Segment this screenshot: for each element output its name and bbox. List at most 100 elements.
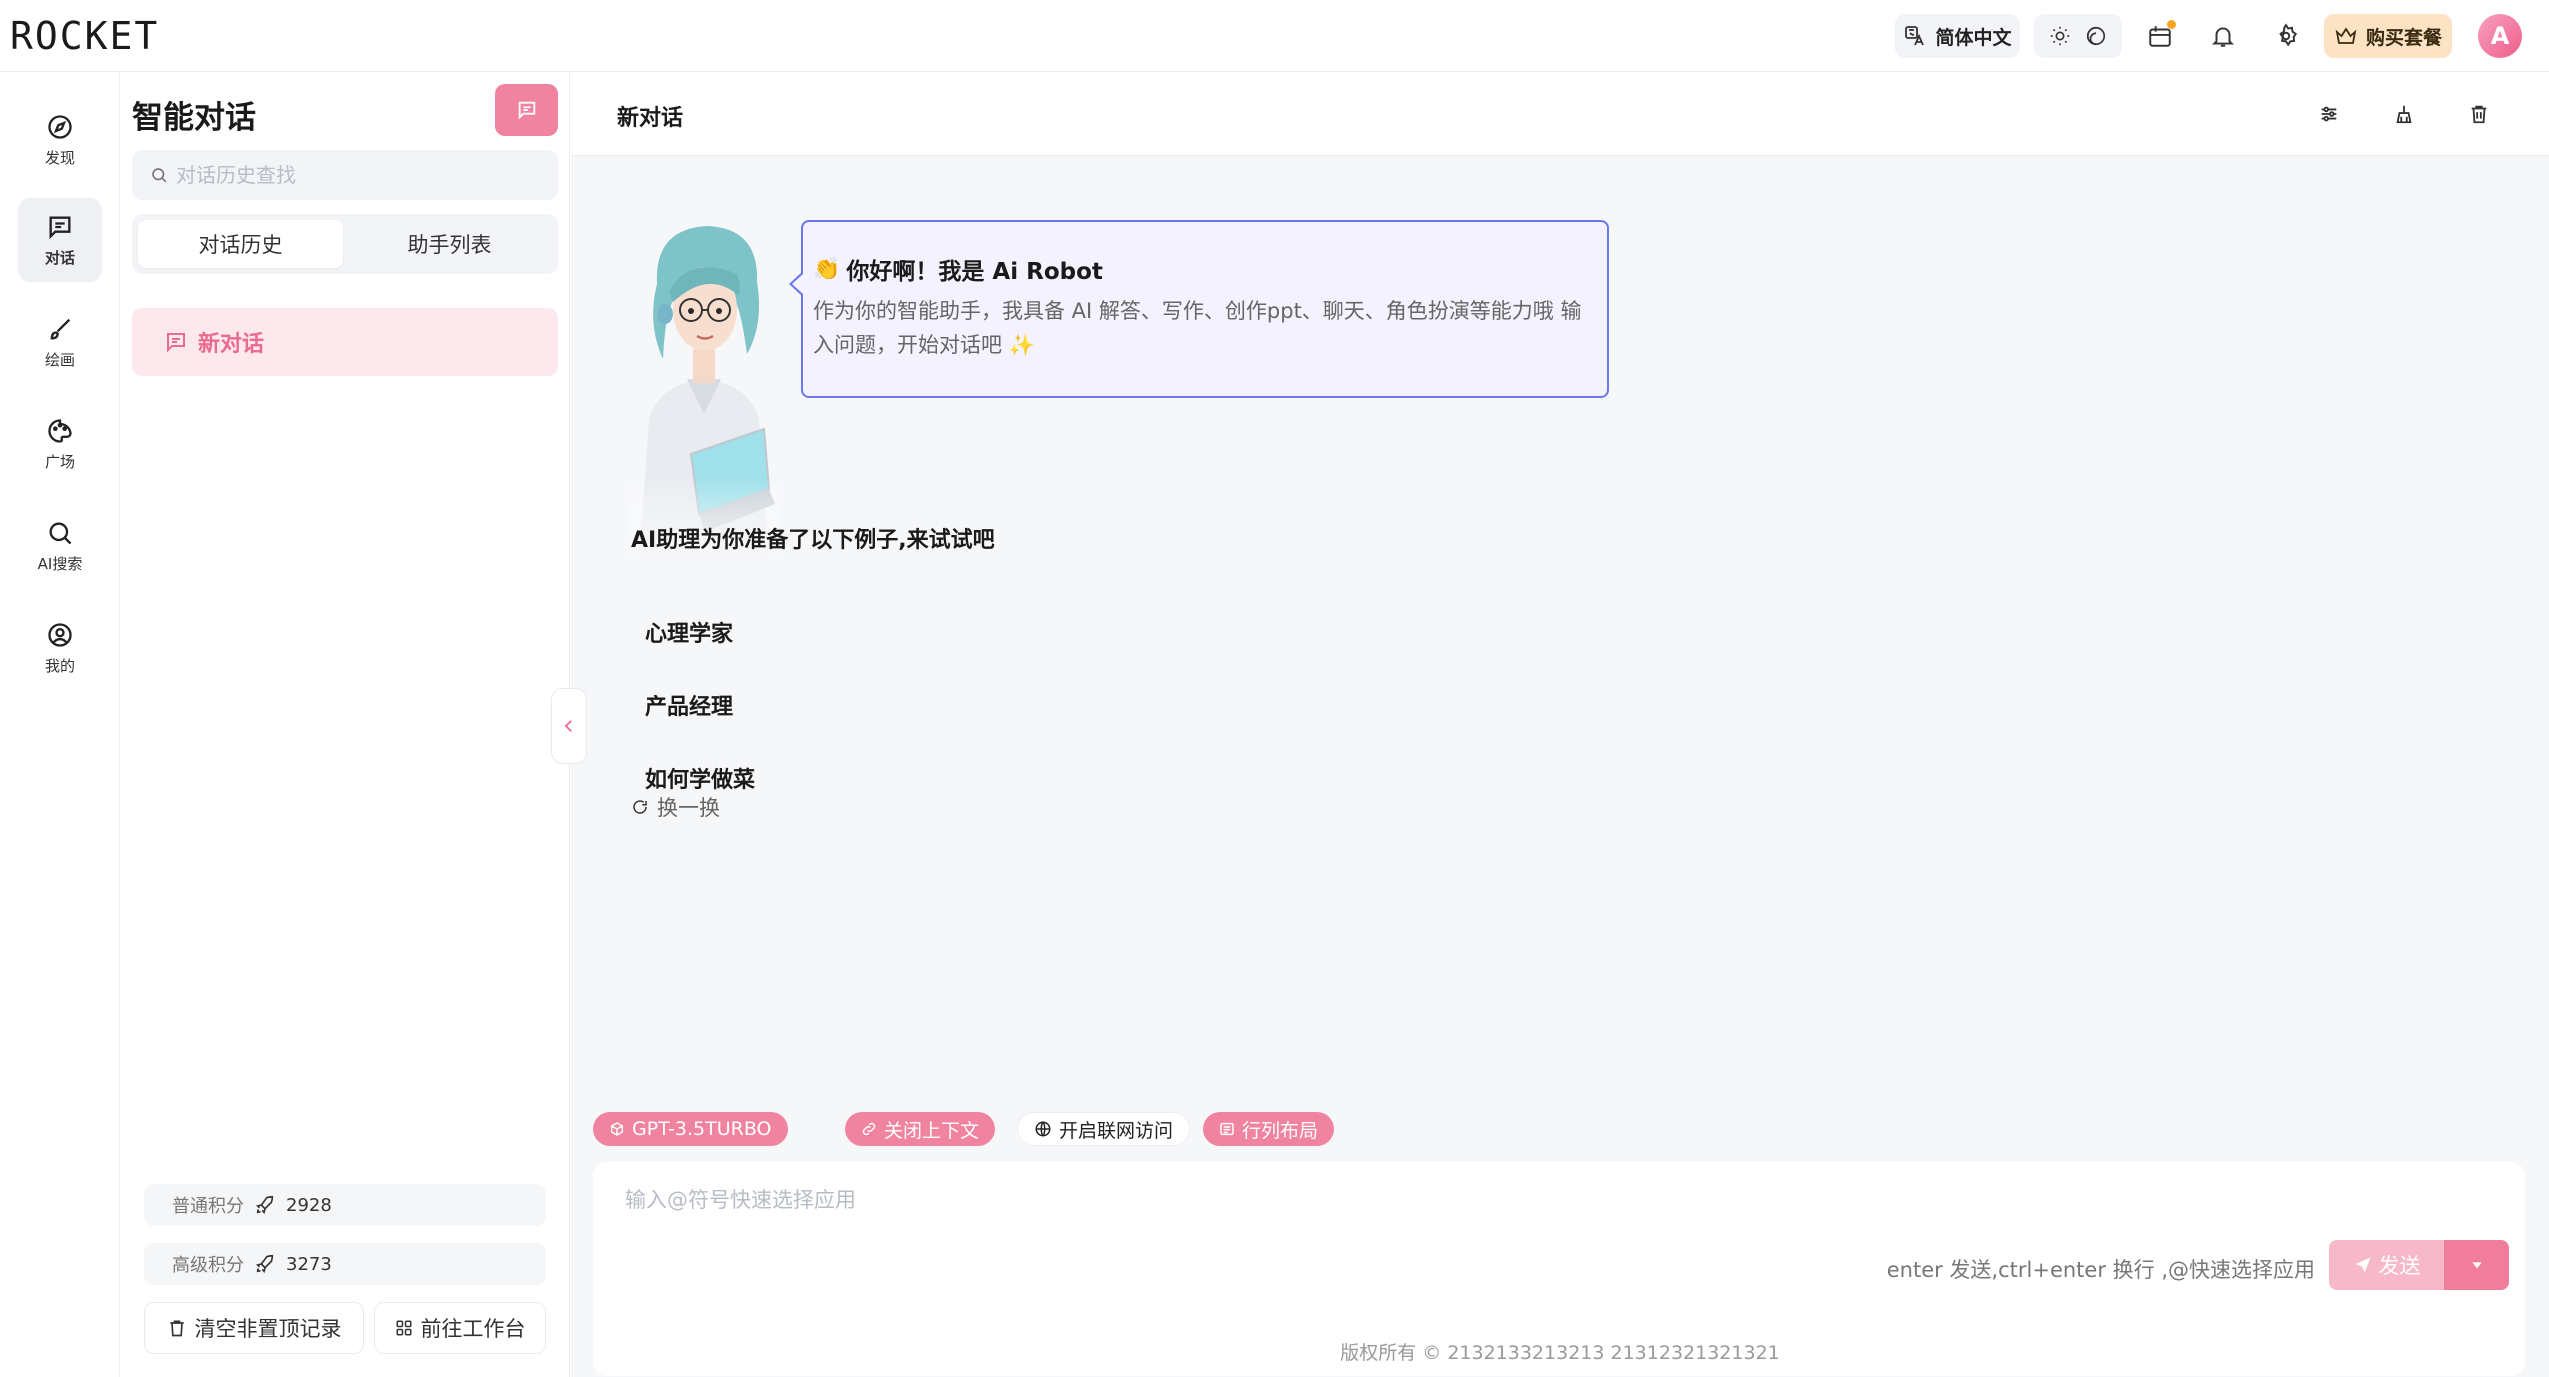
nav-label: 广场 <box>44 452 75 471</box>
sliders-icon[interactable] <box>2313 98 2345 130</box>
chat-icon <box>164 330 188 354</box>
trash-icon <box>167 1318 187 1338</box>
chevron-left-icon <box>560 717 578 735</box>
link-icon <box>861 1121 877 1137</box>
tab-history[interactable]: 对话历史 <box>138 220 343 268</box>
nav-item-chat[interactable]: 对话 <box>18 198 102 282</box>
advanced-points: 高级积分 3273 <box>144 1243 546 1285</box>
calendar-icon[interactable] <box>2142 18 2178 54</box>
gear-icon[interactable] <box>2268 18 2304 54</box>
search-icon <box>46 519 74 547</box>
language-label: 简体中文 <box>1935 26 2012 49</box>
brush-icon <box>46 315 74 343</box>
sun-icon[interactable] <box>2049 25 2071 47</box>
chevron-down-icon <box>2469 1257 2485 1273</box>
robot-avatar-image <box>629 214 779 564</box>
send-button[interactable]: 发送 <box>2329 1240 2444 1290</box>
theme-toggle[interactable] <box>2034 14 2122 58</box>
conversation-item[interactable]: 新对话 <box>132 308 558 376</box>
nav-label: 发现 <box>44 148 75 167</box>
search-icon <box>150 166 168 184</box>
context-toggle-chip[interactable]: 关闭上下文 <box>845 1112 996 1146</box>
go-workspace-button[interactable]: 前往工作台 <box>374 1302 546 1354</box>
web-access-chip[interactable]: 开启联网访问 <box>1017 1112 1191 1146</box>
chat-plus-icon <box>516 99 538 121</box>
points-label: 普通积分 <box>172 1196 244 1217</box>
collapse-sidebar-button[interactable] <box>551 688 587 764</box>
crown-icon <box>2334 24 2358 48</box>
refresh-icon <box>631 798 649 816</box>
history-search-input[interactable] <box>176 163 536 187</box>
nav-label: 我的 <box>44 656 75 675</box>
message-input-wrap <box>625 1188 2125 1212</box>
translate-icon <box>1903 24 1927 48</box>
refresh-label: 换一换 <box>657 796 720 820</box>
greeting-title: 👏 你好啊！我是 Ai Robot <box>813 252 1597 286</box>
chat-title: 新对话 <box>617 106 684 131</box>
points-label: 高级积分 <box>172 1255 244 1276</box>
clear-history-label: 清空非置顶记录 <box>194 1317 342 1341</box>
top-header: ROCKET 简体中文 购买套餐 A <box>0 0 2549 72</box>
points-value: 3273 <box>286 1253 332 1275</box>
chat-icon <box>46 213 74 241</box>
conversation-sidebar: 智能对话 对话历史 助手列表 新对话 普通积分 2928 高级积分 3273 <box>120 72 570 1377</box>
normal-points: 普通积分 2928 <box>144 1184 546 1226</box>
send-icon <box>2353 1255 2373 1275</box>
bubble-arrow-inner <box>792 274 803 294</box>
web-access-label: 开启联网访问 <box>1059 1119 1174 1142</box>
buy-plan-button[interactable]: 购买套餐 <box>2324 14 2452 58</box>
notification-dot <box>2167 20 2176 29</box>
conversation-title: 新对话 <box>198 332 265 357</box>
greeting-title-text: 你好啊！我是 Ai Robot <box>846 259 1103 285</box>
cube-icon <box>609 1121 625 1137</box>
globe-icon <box>1034 1120 1052 1138</box>
chat-main: 新对话 👏 你好啊！我是 Ai Robot 作为你的智能助手，我具备 AI 解答… <box>571 72 2549 1377</box>
new-chat-button[interactable] <box>495 84 558 136</box>
compass-icon <box>46 113 74 141</box>
send-options-dropdown[interactable] <box>2444 1240 2509 1290</box>
layout-chip[interactable]: 行列布局 <box>1203 1112 1335 1146</box>
chat-header: 新对话 <box>571 72 2549 156</box>
sparkle-icon: ✨ <box>1008 333 1035 357</box>
language-switch[interactable]: 简体中文 <box>1895 14 2020 58</box>
copyright: 版权所有 © 2132133213213 21312321321321 <box>1340 1342 1780 1364</box>
broom-icon[interactable] <box>2388 98 2420 130</box>
example-item[interactable]: 产品经理 <box>631 677 1051 733</box>
moon-icon[interactable] <box>2085 25 2107 47</box>
layout-label: 行列布局 <box>1242 1119 1319 1142</box>
nav-item-square[interactable]: 广场 <box>18 402 102 486</box>
tab-assistants[interactable]: 助手列表 <box>347 220 552 268</box>
nav-label: AI搜索 <box>37 554 83 573</box>
nav-item-ai-search[interactable]: AI搜索 <box>18 504 102 588</box>
bell-icon[interactable] <box>2205 18 2241 54</box>
avatar-letter: A <box>2490 22 2510 50</box>
keyboard-hint: enter 发送,ctrl+enter 换行 ,@快速选择应用 <box>1886 1258 2315 1282</box>
rocket-icon <box>254 1253 276 1275</box>
layout-icon <box>1219 1121 1235 1137</box>
message-input[interactable] <box>625 1188 2125 1212</box>
buy-plan-label: 购买套餐 <box>2365 26 2442 49</box>
sidebar-title: 智能对话 <box>132 100 256 136</box>
nav-item-discover[interactable]: 发现 <box>18 98 102 182</box>
example-item[interactable]: 心理学家 <box>631 604 1051 660</box>
send-label: 发送 <box>2378 1254 2421 1278</box>
left-nav: 发现 对话 绘画 广场 AI搜索 我的 <box>0 72 120 1377</box>
trash-icon[interactable] <box>2463 98 2495 130</box>
rocket-icon <box>254 1194 276 1216</box>
nav-item-mine[interactable]: 我的 <box>18 606 102 690</box>
model-select-chip[interactable]: GPT-3.5TURBO <box>593 1112 788 1146</box>
history-search[interactable] <box>132 150 558 200</box>
app-logo[interactable]: ROCKET <box>10 14 159 58</box>
refresh-examples-button[interactable]: 换一换 <box>631 792 720 822</box>
clear-history-button[interactable]: 清空非置顶记录 <box>144 1302 364 1354</box>
avatar[interactable]: A <box>2478 14 2522 58</box>
context-label: 关闭上下文 <box>884 1119 980 1142</box>
greeting-body: 作为你的智能助手，我具备 AI 解答、写作、创作ppt、聊天、角色扮演等能力哦 … <box>813 294 1597 362</box>
examples-title: AI助理为你准备了以下例子,来试试吧 <box>631 528 995 553</box>
sidebar-tabs: 对话历史 助手列表 <box>132 214 558 274</box>
nav-item-draw[interactable]: 绘画 <box>18 300 102 384</box>
user-circle-icon <box>46 621 74 649</box>
model-label: GPT-3.5TURBO <box>632 1118 772 1140</box>
grid-icon <box>395 1319 413 1337</box>
nav-label: 对话 <box>44 248 75 267</box>
